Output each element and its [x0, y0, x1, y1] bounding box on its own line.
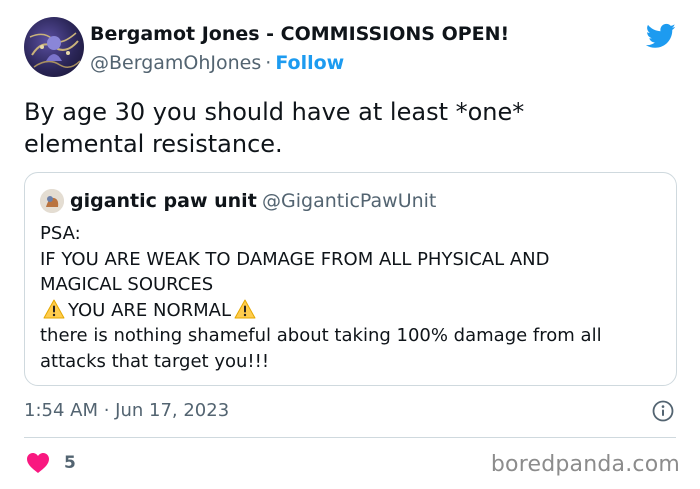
watermark: boredpanda.com [490, 452, 680, 477]
quoted-author-avatar [40, 189, 64, 213]
quoted-author-name: gigantic paw unit [70, 190, 257, 212]
tweet-text-line: By age 30 you should have at least *one* [24, 98, 525, 126]
info-icon[interactable] [652, 400, 674, 422]
quoted-text-line: there is nothing shameful about taking 1… [40, 325, 602, 346]
quoted-text-line: MAGICAL SOURCES [40, 274, 214, 295]
tweet-header: Bergamot Jones - COMMISSIONS OPEN! @Berg… [24, 17, 680, 81]
quoted-text-line: IF YOU ARE WEAK TO DAMAGE FROM ALL PHYSI… [40, 248, 550, 270]
like-count[interactable]: 5 [64, 453, 76, 473]
tweet-footer: 5 boredpanda.com [24, 446, 680, 482]
quoted-warning-line: YOU ARE NORMAL [40, 298, 665, 324]
quoted-author-handle: @GiganticPawUnit [262, 190, 437, 212]
twitter-bird-icon[interactable] [646, 21, 676, 51]
warning-icon [234, 299, 256, 318]
timestamp-row: 1:54 AM · Jun 17, 2023 [24, 400, 674, 424]
quoted-text-line: YOU ARE NORMAL [68, 299, 232, 321]
quoted-tweet[interactable]: gigantic paw unit @GiganticPawUnit PSA: … [24, 172, 677, 386]
author-handle[interactable]: @BergamOhJones [90, 52, 261, 74]
quoted-text-line: PSA: [40, 223, 81, 244]
author-name[interactable]: Bergamot Jones - COMMISSIONS OPEN! [90, 23, 509, 45]
warning-icon [43, 299, 65, 318]
tweet-text: By age 30 you should have at least *one*… [24, 96, 674, 160]
handle-separator: · [265, 52, 272, 74]
quoted-tweet-text: PSA: IF YOU ARE WEAK TO DAMAGE FROM ALL … [40, 221, 665, 374]
tweet-text-line: elemental resistance. [24, 130, 283, 158]
quoted-text-line: attacks that target you!!! [40, 350, 270, 372]
tweet-timestamp[interactable]: 1:54 AM · Jun 17, 2023 [24, 400, 229, 421]
heart-icon[interactable] [26, 452, 50, 474]
follow-button[interactable]: Follow [275, 52, 344, 74]
divider [24, 437, 676, 438]
author-avatar[interactable] [24, 17, 84, 77]
author-handle-row: @BergamOhJones · Follow [90, 52, 344, 74]
